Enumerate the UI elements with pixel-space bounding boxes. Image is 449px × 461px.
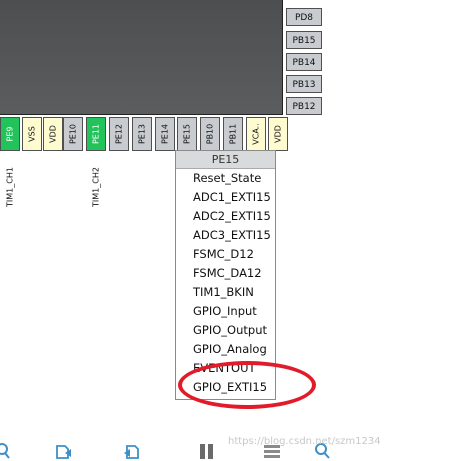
- pin-pe11[interactable]: PE11: [86, 117, 106, 151]
- pin-vdd-2[interactable]: VDD: [268, 117, 288, 151]
- pin-pb13[interactable]: PB13: [286, 75, 322, 93]
- pin-pe10[interactable]: PE10: [63, 117, 83, 151]
- zoom-icon[interactable]: [0, 442, 20, 460]
- pin-pe15[interactable]: PE15: [177, 117, 197, 151]
- pin-label: VSS: [27, 126, 37, 142]
- menu-item-reset-state[interactable]: Reset_State: [176, 169, 275, 188]
- signal-label-tim1-ch2: TIM1_CH2: [91, 167, 101, 207]
- pin-pb11[interactable]: PB11: [223, 117, 243, 151]
- pin-label: VDD: [48, 125, 58, 143]
- menu-item-tim1-bkin[interactable]: TIM1_BKIN: [176, 283, 275, 302]
- menu-header: PE15: [176, 151, 275, 169]
- menu-item-adc1-exti15[interactable]: ADC1_EXTI15: [176, 188, 275, 207]
- pin-pb12[interactable]: PB12: [286, 97, 322, 115]
- pin-label: PB10: [205, 123, 215, 145]
- pin-label: PE10: [68, 123, 78, 145]
- menu-item-fsmc-d12[interactable]: FSMC_D12: [176, 245, 275, 264]
- pin-label: PE14: [160, 123, 170, 145]
- menu-item-fsmc-da12[interactable]: FSMC_DA12: [176, 264, 275, 283]
- pin-pe13[interactable]: PE13: [132, 117, 152, 151]
- bottom-toolbar: [0, 438, 449, 461]
- export-icon[interactable]: [55, 442, 75, 460]
- menu-item-gpio-output[interactable]: GPIO_Output: [176, 321, 275, 340]
- pin-vdd[interactable]: VDD: [43, 117, 63, 151]
- pin-pb15[interactable]: PB15: [286, 31, 322, 49]
- pin-pe12[interactable]: PE12: [109, 117, 129, 151]
- menu-item-adc2-exti15[interactable]: ADC2_EXTI15: [176, 207, 275, 226]
- pin-label: PE15: [182, 123, 192, 145]
- menu-item-adc3-exti15[interactable]: ADC3_EXTI15: [176, 226, 275, 245]
- pin-pe9[interactable]: PE9: [0, 117, 20, 151]
- pin-label: VCA..: [251, 123, 261, 145]
- pin-vss[interactable]: VSS: [22, 117, 42, 151]
- pin-pb10[interactable]: PB10: [200, 117, 220, 151]
- pin-label: PE12: [114, 123, 124, 145]
- menu-item-gpio-analog[interactable]: GPIO_Analog: [176, 340, 275, 359]
- pin-label: PE9: [5, 126, 15, 142]
- pin-label: PE13: [137, 123, 147, 145]
- pin-label: VDD: [273, 125, 283, 143]
- watermark: https://blog.csdn.net/szm1234: [228, 436, 381, 447]
- menu-item-gpio-input[interactable]: GPIO_Input: [176, 302, 275, 321]
- mcu-chip-body: [0, 0, 283, 115]
- pin-pe14[interactable]: PE14: [155, 117, 175, 151]
- import-icon[interactable]: [123, 442, 143, 460]
- pin-label: PE11: [91, 123, 101, 145]
- pin-pd8[interactable]: PD8: [286, 8, 322, 26]
- pin-pb14[interactable]: PB14: [286, 53, 322, 71]
- highlight-circle: [178, 361, 316, 409]
- pin-vcap[interactable]: VCA..: [246, 117, 266, 151]
- pin-label: PB11: [228, 123, 238, 145]
- split-icon[interactable]: [197, 442, 217, 460]
- signal-label-tim1-ch1: TIM1_CH1: [5, 167, 15, 207]
